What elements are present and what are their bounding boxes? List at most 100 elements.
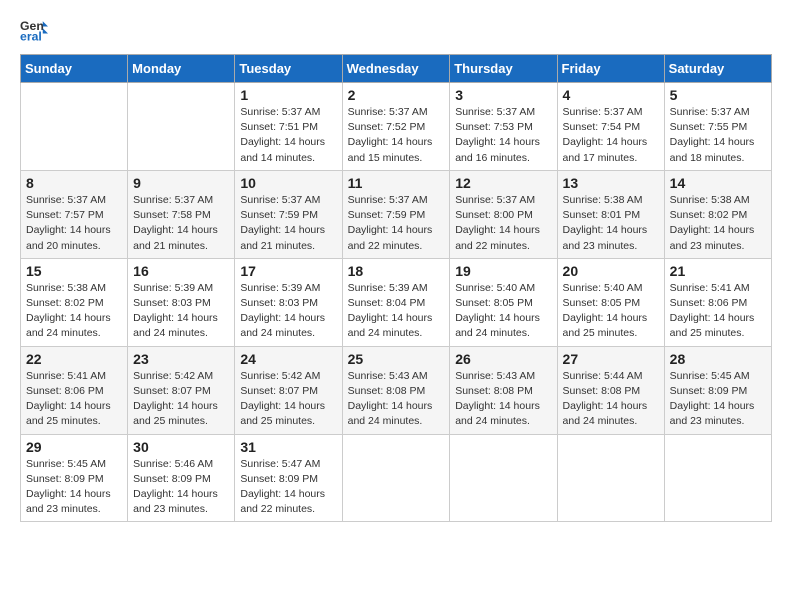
calendar-cell: 8 Sunrise: 5:37 AMSunset: 7:57 PMDaylight… (21, 170, 128, 258)
day-info: Sunrise: 5:39 AMSunset: 8:03 PMDaylight:… (133, 281, 229, 342)
day-number: 21 (670, 263, 766, 279)
calendar-week-2: 8 Sunrise: 5:37 AMSunset: 7:57 PMDaylight… (21, 170, 772, 258)
calendar-cell: 15 Sunrise: 5:38 AMSunset: 8:02 PMDayligh… (21, 258, 128, 346)
calendar-cell: 22Sunrise: 5:41 AMSunset: 8:06 PMDayligh… (21, 346, 128, 434)
calendar-cell (21, 83, 128, 171)
calendar-week-4: 22Sunrise: 5:41 AMSunset: 8:06 PMDayligh… (21, 346, 772, 434)
day-info: Sunrise: 5:42 AMSunset: 8:07 PMDaylight:… (240, 369, 336, 430)
calendar-cell: 27 Sunrise: 5:44 AMSunset: 8:08 PMDayligh… (557, 346, 664, 434)
weekday-header-wednesday: Wednesday (342, 55, 450, 83)
day-info: Sunrise: 5:46 AMSunset: 8:09 PMDaylight:… (133, 457, 229, 518)
day-info: Sunrise: 5:37 AMSunset: 7:51 PMDaylight:… (240, 105, 336, 166)
calendar-cell: 2 Sunrise: 5:37 AMSunset: 7:52 PMDaylight… (342, 83, 450, 171)
calendar-cell: 16 Sunrise: 5:39 AMSunset: 8:03 PMDayligh… (128, 258, 235, 346)
day-info: Sunrise: 5:38 AMSunset: 8:02 PMDaylight:… (26, 281, 122, 342)
calendar-cell: 26 Sunrise: 5:43 AMSunset: 8:08 PMDayligh… (450, 346, 557, 434)
day-number: 24 (240, 351, 336, 367)
calendar-cell: 10 Sunrise: 5:37 AMSunset: 7:59 PMDayligh… (235, 170, 342, 258)
calendar-cell: 13 Sunrise: 5:38 AMSunset: 8:01 PMDayligh… (557, 170, 664, 258)
calendar-cell: 17 Sunrise: 5:39 AMSunset: 8:03 PMDayligh… (235, 258, 342, 346)
day-info: Sunrise: 5:37 AMSunset: 7:52 PMDaylight:… (348, 105, 445, 166)
day-number: 19 (455, 263, 551, 279)
calendar-cell: 12 Sunrise: 5:37 AMSunset: 8:00 PMDayligh… (450, 170, 557, 258)
day-number: 16 (133, 263, 229, 279)
day-info: Sunrise: 5:42 AMSunset: 8:07 PMDaylight:… (133, 369, 229, 430)
calendar-body: 1 Sunrise: 5:37 AMSunset: 7:51 PMDaylight… (21, 83, 772, 522)
day-number: 29 (26, 439, 122, 455)
calendar-cell: 20 Sunrise: 5:40 AMSunset: 8:05 PMDayligh… (557, 258, 664, 346)
day-number: 8 (26, 175, 122, 191)
day-number: 23 (133, 351, 229, 367)
calendar-cell: 24 Sunrise: 5:42 AMSunset: 8:07 PMDayligh… (235, 346, 342, 434)
day-number: 10 (240, 175, 336, 191)
day-number: 11 (348, 175, 445, 191)
calendar-header-row: SundayMondayTuesdayWednesdayThursdayFrid… (21, 55, 772, 83)
weekday-header-monday: Monday (128, 55, 235, 83)
calendar-cell (128, 83, 235, 171)
calendar-cell: 31 Sunrise: 5:47 AMSunset: 8:09 PMDayligh… (235, 434, 342, 522)
calendar-cell: 11 Sunrise: 5:37 AMSunset: 7:59 PMDayligh… (342, 170, 450, 258)
calendar-cell: 29Sunrise: 5:45 AMSunset: 8:09 PMDayligh… (21, 434, 128, 522)
calendar-week-1: 1 Sunrise: 5:37 AMSunset: 7:51 PMDaylight… (21, 83, 772, 171)
calendar-cell: 23 Sunrise: 5:42 AMSunset: 8:07 PMDayligh… (128, 346, 235, 434)
weekday-header-saturday: Saturday (664, 55, 771, 83)
day-number: 2 (348, 87, 445, 103)
day-info: Sunrise: 5:38 AMSunset: 8:01 PMDaylight:… (563, 193, 659, 254)
calendar-week-5: 29Sunrise: 5:45 AMSunset: 8:09 PMDayligh… (21, 434, 772, 522)
day-number: 20 (563, 263, 659, 279)
day-number: 18 (348, 263, 445, 279)
day-number: 26 (455, 351, 551, 367)
header: Gen eral (20, 16, 772, 44)
weekday-header-friday: Friday (557, 55, 664, 83)
day-number: 15 (26, 263, 122, 279)
logo-icon: Gen eral (20, 16, 48, 44)
calendar-cell (557, 434, 664, 522)
day-info: Sunrise: 5:37 AMSunset: 7:55 PMDaylight:… (670, 105, 766, 166)
calendar-cell: 3 Sunrise: 5:37 AMSunset: 7:53 PMDaylight… (450, 83, 557, 171)
calendar-cell: 9 Sunrise: 5:37 AMSunset: 7:58 PMDaylight… (128, 170, 235, 258)
day-info: Sunrise: 5:37 AMSunset: 7:57 PMDaylight:… (26, 193, 122, 254)
svg-text:eral: eral (20, 30, 42, 44)
calendar-cell: 30 Sunrise: 5:46 AMSunset: 8:09 PMDayligh… (128, 434, 235, 522)
day-number: 3 (455, 87, 551, 103)
calendar-week-3: 15 Sunrise: 5:38 AMSunset: 8:02 PMDayligh… (21, 258, 772, 346)
day-info: Sunrise: 5:37 AMSunset: 7:54 PMDaylight:… (563, 105, 659, 166)
calendar-cell (664, 434, 771, 522)
day-info: Sunrise: 5:43 AMSunset: 8:08 PMDaylight:… (455, 369, 551, 430)
day-number: 1 (240, 87, 336, 103)
calendar-cell: 4 Sunrise: 5:37 AMSunset: 7:54 PMDaylight… (557, 83, 664, 171)
day-info: Sunrise: 5:41 AMSunset: 8:06 PMDaylight:… (26, 369, 122, 430)
day-number: 25 (348, 351, 445, 367)
day-number: 13 (563, 175, 659, 191)
calendar-cell: 25 Sunrise: 5:43 AMSunset: 8:08 PMDayligh… (342, 346, 450, 434)
day-info: Sunrise: 5:47 AMSunset: 8:09 PMDaylight:… (240, 457, 336, 518)
day-info: Sunrise: 5:37 AMSunset: 7:59 PMDaylight:… (240, 193, 336, 254)
day-number: 9 (133, 175, 229, 191)
calendar-cell: 21Sunrise: 5:41 AMSunset: 8:06 PMDayligh… (664, 258, 771, 346)
calendar-cell: 5 Sunrise: 5:37 AMSunset: 7:55 PMDaylight… (664, 83, 771, 171)
day-number: 28 (670, 351, 766, 367)
calendar-cell: 1 Sunrise: 5:37 AMSunset: 7:51 PMDaylight… (235, 83, 342, 171)
day-number: 17 (240, 263, 336, 279)
day-info: Sunrise: 5:37 AMSunset: 7:59 PMDaylight:… (348, 193, 445, 254)
day-number: 27 (563, 351, 659, 367)
calendar: SundayMondayTuesdayWednesdayThursdayFrid… (20, 54, 772, 522)
day-number: 30 (133, 439, 229, 455)
day-number: 5 (670, 87, 766, 103)
day-number: 14 (670, 175, 766, 191)
day-number: 12 (455, 175, 551, 191)
day-info: Sunrise: 5:37 AMSunset: 8:00 PMDaylight:… (455, 193, 551, 254)
day-info: Sunrise: 5:37 AMSunset: 7:58 PMDaylight:… (133, 193, 229, 254)
calendar-cell (450, 434, 557, 522)
day-info: Sunrise: 5:39 AMSunset: 8:03 PMDaylight:… (240, 281, 336, 342)
day-number: 31 (240, 439, 336, 455)
day-info: Sunrise: 5:40 AMSunset: 8:05 PMDaylight:… (455, 281, 551, 342)
day-number: 4 (563, 87, 659, 103)
calendar-cell: 28Sunrise: 5:45 AMSunset: 8:09 PMDayligh… (664, 346, 771, 434)
day-info: Sunrise: 5:37 AMSunset: 7:53 PMDaylight:… (455, 105, 551, 166)
logo: Gen eral (20, 16, 52, 44)
day-info: Sunrise: 5:40 AMSunset: 8:05 PMDaylight:… (563, 281, 659, 342)
day-info: Sunrise: 5:43 AMSunset: 8:08 PMDaylight:… (348, 369, 445, 430)
day-info: Sunrise: 5:38 AMSunset: 8:02 PMDaylight:… (670, 193, 766, 254)
day-info: Sunrise: 5:44 AMSunset: 8:08 PMDaylight:… (563, 369, 659, 430)
